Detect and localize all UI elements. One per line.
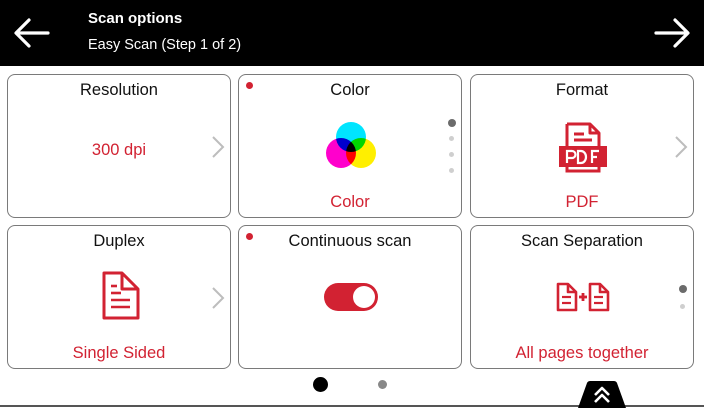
scroll-dot	[449, 168, 454, 173]
chevron-right-icon	[675, 136, 688, 158]
continuous-scan-title: Continuous scan	[288, 232, 412, 250]
option-scroll-indicator	[679, 285, 687, 311]
page-indicator-dot-2[interactable]	[378, 380, 387, 389]
scroll-dot	[680, 304, 685, 309]
scroll-dot	[448, 119, 456, 127]
expand-panel-button[interactable]	[578, 381, 626, 408]
scan-separation-card[interactable]: Scan Separation All pages together	[470, 225, 694, 369]
chevron-right-icon	[212, 287, 225, 309]
scroll-dot	[679, 285, 687, 293]
format-card[interactable]: Format PDF	[470, 74, 694, 218]
resolution-card[interactable]: Resolution 300 dpi	[7, 74, 231, 218]
format-title: Format	[555, 81, 609, 99]
single-sided-document-icon	[102, 271, 140, 320]
scroll-dot	[449, 136, 454, 141]
documents-merge-icon	[556, 282, 610, 312]
toggle-knob	[353, 286, 375, 308]
scan-separation-value: All pages together	[515, 344, 649, 362]
continuous-scan-card[interactable]: Continuous scan	[238, 225, 462, 369]
options-grid: Resolution 300 dpi Color Color Format PD…	[0, 0, 704, 408]
duplex-value: Single Sided	[72, 344, 166, 362]
scroll-dot	[449, 152, 454, 157]
resolution-value: 300 dpi	[91, 141, 147, 159]
color-card[interactable]: Color Color	[238, 74, 462, 218]
continuous-scan-toggle[interactable]	[324, 283, 378, 311]
resolution-title: Resolution	[80, 81, 158, 99]
color-value: Color	[330, 193, 370, 211]
duplex-card[interactable]: Duplex Single Sided	[7, 225, 231, 369]
scan-separation-title: Scan Separation	[520, 232, 643, 250]
option-scroll-indicator	[448, 119, 456, 177]
duplex-title: Duplex	[93, 232, 145, 250]
double-chevron-up-icon	[578, 381, 626, 408]
chevron-right-icon	[212, 136, 225, 158]
cmy-color-icon	[326, 122, 376, 168]
page-indicator-dot-1[interactable]	[313, 377, 328, 392]
pdf-document-icon	[559, 122, 607, 173]
format-value: PDF	[565, 193, 599, 211]
color-title: Color	[330, 81, 370, 99]
